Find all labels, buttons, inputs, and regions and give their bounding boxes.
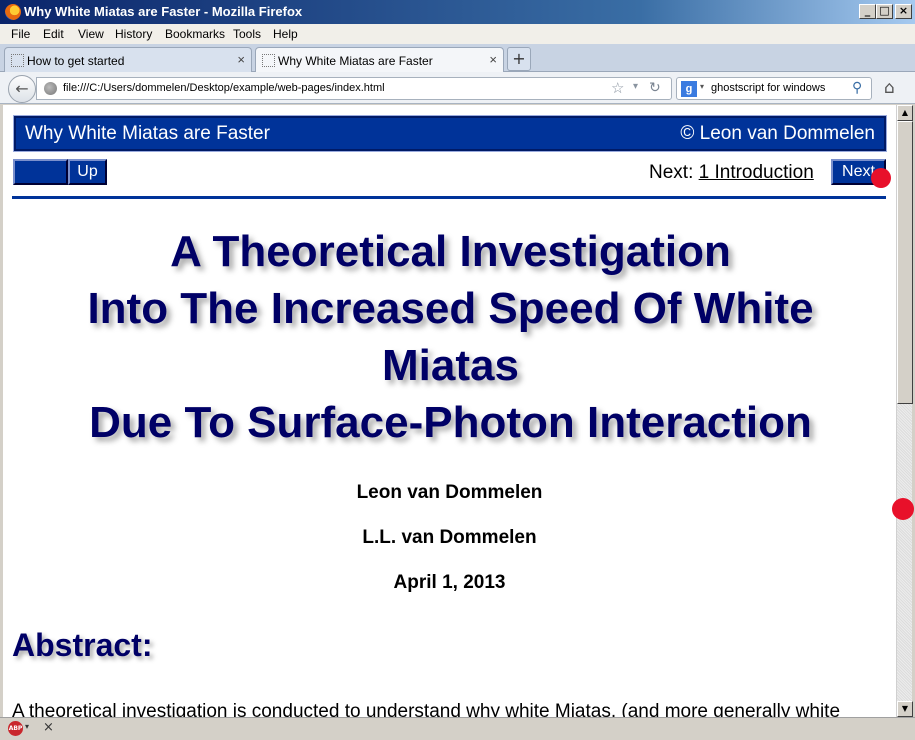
search-bar[interactable]: g ▾ ghostscript for windows ⚲ — [676, 77, 872, 100]
tab-why-white-miatas[interactable]: Why White Miatas are Faster × — [255, 47, 504, 73]
next-link[interactable]: 1 Introduction — [699, 162, 814, 183]
menu-bookmarks[interactable]: Bookmarks — [165, 27, 225, 41]
search-input[interactable]: ghostscript for windows — [711, 82, 825, 94]
header-rule — [12, 196, 886, 199]
back-button[interactable]: ← — [8, 75, 36, 103]
scroll-up-icon[interactable]: ▲ — [897, 105, 913, 121]
url-bar[interactable]: file:///C:/Users/dommelen/Desktop/exampl… — [36, 77, 672, 100]
tab-how-to-get-started[interactable]: How to get started × — [4, 47, 252, 73]
tab-label: Why White Miatas are Faster — [278, 54, 433, 68]
menu-history[interactable]: History — [115, 27, 152, 41]
google-icon[interactable]: g — [681, 81, 697, 97]
menu-tools[interactable]: Tools — [233, 27, 261, 41]
page-icon — [11, 54, 24, 67]
tab-strip: How to get started × Why White Miatas ar… — [0, 44, 915, 73]
author: Leon van Dommelen — [356, 482, 543, 503]
red-marker-dot — [892, 498, 914, 520]
title-line: Into The Increased Speed Of White — [87, 284, 814, 333]
date: April 1, 2013 — [393, 572, 506, 593]
author-short: L.L. van Dommelen — [362, 527, 537, 548]
scrollbar-thumb[interactable] — [897, 121, 913, 404]
up-button[interactable]: Up — [68, 159, 107, 185]
title-line: Due To Surface-Photon Interaction — [89, 398, 812, 447]
next-text: Next: 1 Introduction — [649, 162, 814, 184]
menu-view[interactable]: View — [78, 27, 104, 41]
menu-file[interactable]: File — [11, 27, 30, 41]
close-tab-icon[interactable]: × — [237, 52, 245, 67]
maximize-button[interactable]: □ — [876, 4, 893, 19]
addon-bar: ABP ▾ × — [0, 717, 915, 740]
menu-help[interactable]: Help — [273, 27, 298, 41]
minimize-button[interactable]: _ — [859, 4, 876, 19]
title-line: Miatas — [382, 341, 519, 390]
abstract-text: A theoretical investigation is conducted… — [12, 701, 841, 717]
site-title: Why White Miatas are Faster — [25, 123, 270, 144]
red-marker-dot — [871, 168, 891, 188]
copyright: © Leon van Dommelen — [680, 123, 875, 144]
home-icon[interactable]: ⌂ — [884, 78, 895, 98]
previous-button[interactable] — [13, 159, 68, 185]
reload-icon[interactable]: ↻ — [649, 79, 661, 96]
bookmark-star-icon[interactable]: ☆ — [611, 79, 624, 97]
url-text[interactable]: file:///C:/Users/dommelen/Desktop/exampl… — [63, 82, 385, 94]
firefox-icon — [5, 4, 21, 20]
site-header: Why White Miatas are Faster © Leon van D… — [13, 115, 887, 152]
page-viewport: Why White Miatas are Faster © Leon van D… — [3, 105, 896, 717]
page-nav-row: Up Next: 1 Introduction Next — [13, 159, 888, 186]
new-tab-button[interactable]: + — [507, 47, 531, 71]
page-icon — [262, 54, 275, 67]
close-tab-icon[interactable]: × — [489, 52, 497, 67]
globe-icon — [44, 82, 57, 95]
history-dropdown-icon[interactable]: ▾ — [633, 81, 638, 92]
page-title: A Theoretical Investigation Into The Inc… — [33, 223, 868, 451]
menu-edit[interactable]: Edit — [43, 27, 64, 41]
next-prefix: Next: — [649, 162, 699, 183]
abstract-heading: Abstract: — [12, 627, 153, 663]
adblock-dropdown-icon[interactable]: ▾ — [25, 722, 29, 731]
search-icon[interactable]: ⚲ — [852, 79, 862, 96]
navigation-toolbar: file:///C:/Users/dommelen/Desktop/exampl… — [0, 72, 915, 104]
vertical-scrollbar[interactable]: ▲ ▼ — [896, 105, 913, 717]
adblock-icon[interactable]: ABP — [8, 721, 23, 736]
search-engine-dropdown-icon[interactable]: ▾ — [700, 82, 704, 91]
title-line: A Theoretical Investigation — [170, 227, 731, 276]
menu-bar: File Edit View History Bookmarks Tools H… — [0, 24, 915, 44]
window-title: Why White Miatas are Faster - Mozilla Fi… — [24, 4, 303, 19]
close-addon-bar-icon[interactable]: × — [43, 720, 54, 735]
close-window-button[interactable]: × — [895, 4, 912, 19]
scroll-down-icon[interactable]: ▼ — [897, 701, 913, 717]
window-titlebar: Why White Miatas are Faster - Mozilla Fi… — [0, 0, 915, 24]
tab-label: How to get started — [27, 54, 125, 68]
